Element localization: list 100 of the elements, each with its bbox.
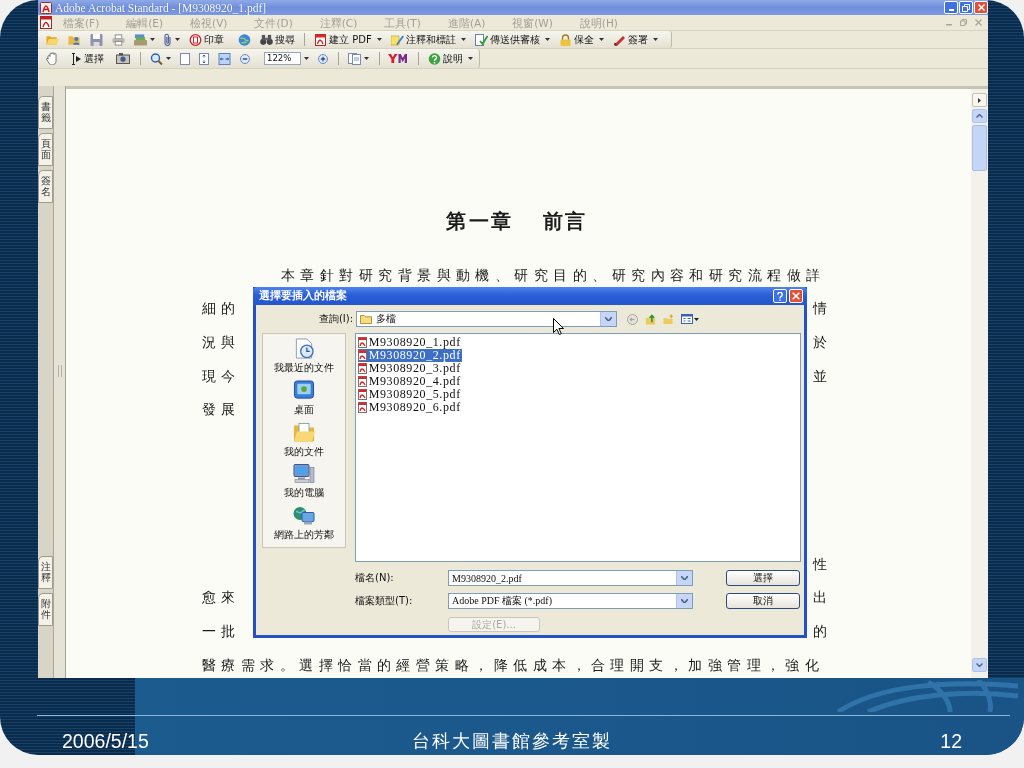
zoom-in-icon[interactable] bbox=[318, 53, 328, 64]
window-title: Adobe Acrobat Standard - [M9308920_1.pdf] bbox=[55, 1, 267, 14]
file-item[interactable]: M9308920_5.pdf bbox=[357, 388, 462, 401]
body-text: 發展 bbox=[202, 401, 241, 420]
file-item[interactable]: M9308920_2.pdf bbox=[357, 349, 462, 362]
body-text: 愈來 bbox=[202, 589, 241, 608]
help-icon bbox=[777, 291, 783, 301]
close-icon bbox=[977, 4, 985, 11]
zoom-out-icon[interactable] bbox=[240, 53, 250, 64]
globe-icon[interactable] bbox=[238, 33, 251, 46]
body-text: 性 bbox=[812, 555, 832, 574]
logo-icon[interactable] bbox=[388, 54, 408, 63]
secure-button[interactable]: 保全 bbox=[558, 32, 604, 47]
text-cursor-icon bbox=[71, 52, 82, 65]
search-button[interactable]: 搜尋 bbox=[260, 32, 295, 47]
places-item[interactable]: 我的電腦 bbox=[283, 463, 324, 506]
caret-icon[interactable] bbox=[598, 38, 604, 41]
magnifier-icon[interactable] bbox=[150, 52, 163, 65]
file-item[interactable]: M9308920_6.pdf bbox=[357, 401, 462, 414]
page-icon[interactable] bbox=[180, 52, 190, 65]
dropdown-button[interactable] bbox=[676, 571, 692, 585]
side-tab[interactable]: 頁面 bbox=[38, 133, 53, 166]
restore-button[interactable] bbox=[959, 1, 973, 14]
stamp-icon bbox=[189, 33, 202, 46]
file-item[interactable]: M9308920_4.pdf bbox=[357, 375, 462, 388]
pdf-file-icon bbox=[357, 389, 367, 400]
body-text: 出 bbox=[812, 589, 832, 608]
caret-icon[interactable] bbox=[150, 38, 155, 41]
pdf-icon bbox=[314, 33, 327, 46]
help-button[interactable] bbox=[773, 289, 787, 303]
footer-date: 2006/5/15 bbox=[62, 729, 150, 753]
scroll-down-button[interactable] bbox=[972, 658, 987, 672]
body-text: 細的 bbox=[202, 300, 241, 319]
caret-icon[interactable] bbox=[166, 57, 171, 60]
caret-icon[interactable] bbox=[694, 317, 699, 321]
places-item[interactable]: 我的文件 bbox=[283, 421, 324, 464]
places-item[interactable]: 網路上的芳鄰 bbox=[273, 505, 334, 547]
zoom-field[interactable]: 122% bbox=[264, 52, 301, 65]
body-text: 並 bbox=[812, 367, 832, 386]
comment-button[interactable]: 注釋和標註 bbox=[390, 32, 466, 47]
chapter-heading: 第一章 前言 bbox=[445, 208, 589, 235]
up-folder-icon[interactable] bbox=[645, 313, 656, 325]
view-menu-icon[interactable] bbox=[681, 314, 693, 324]
select-button[interactable]: 選擇 bbox=[726, 570, 800, 586]
cancel-button[interactable]: 取消 bbox=[726, 593, 800, 609]
caret-icon[interactable] bbox=[376, 38, 382, 41]
minimize-button[interactable] bbox=[944, 1, 958, 14]
body-text: 的 bbox=[812, 622, 832, 641]
fit-page-icon[interactable] bbox=[199, 52, 209, 65]
printer-icon[interactable] bbox=[112, 33, 125, 46]
file-item[interactable]: M9308920_1.pdf bbox=[357, 336, 462, 349]
computer-icon bbox=[292, 463, 315, 485]
close-button[interactable] bbox=[974, 1, 988, 14]
binoculars-icon bbox=[260, 33, 273, 46]
folder-person-icon[interactable] bbox=[68, 33, 81, 46]
select-button[interactable]: 選擇 bbox=[71, 51, 104, 66]
folder-icon bbox=[360, 314, 372, 324]
side-tab[interactable]: 注釋 bbox=[38, 556, 53, 589]
dropdown-button[interactable] bbox=[676, 594, 692, 608]
page-check-icon bbox=[474, 33, 488, 46]
dropdown-button[interactable] bbox=[600, 312, 616, 326]
look-in-dropdown[interactable]: 多檔 bbox=[356, 311, 617, 327]
paperclip-icon[interactable] bbox=[164, 33, 172, 46]
side-tab[interactable]: 附件 bbox=[38, 593, 53, 626]
caret-icon[interactable] bbox=[304, 57, 309, 60]
places-item[interactable]: 桌面 bbox=[292, 379, 315, 422]
pdf-file-icon bbox=[357, 337, 367, 348]
app-icon bbox=[40, 1, 52, 14]
caret-icon[interactable] bbox=[468, 57, 473, 60]
side-tab[interactable]: 簽名 bbox=[38, 170, 53, 203]
side-tab[interactable]: 書籤 bbox=[38, 96, 53, 129]
create-pdf-button[interactable]: 建立 PDF bbox=[314, 32, 382, 47]
scroll-thumb[interactable] bbox=[972, 125, 987, 171]
stamp-button[interactable]: 印章 bbox=[189, 32, 224, 47]
help-button[interactable]: 說明 bbox=[428, 51, 473, 66]
caret-icon bbox=[681, 599, 688, 603]
caret-icon[interactable] bbox=[652, 38, 658, 41]
pane-toggle-button[interactable] bbox=[972, 93, 987, 107]
caret-icon[interactable] bbox=[544, 38, 550, 41]
body-text: 現今 bbox=[202, 367, 241, 386]
body-text: 況與 bbox=[202, 334, 241, 352]
scroll-up-button[interactable] bbox=[972, 109, 987, 123]
review-button[interactable]: 傳送供審核 bbox=[474, 32, 550, 47]
footer-title: 台科大圖書館參考室製 bbox=[412, 730, 612, 753]
pdf-file-icon bbox=[357, 363, 367, 374]
hand-icon[interactable] bbox=[46, 52, 58, 65]
file-name-label: 檔名(N): bbox=[355, 571, 395, 585]
file-type-dropdown[interactable]: Adobe PDF 檔案 (*.pdf) bbox=[448, 593, 693, 609]
file-item[interactable]: M9308920_3.pdf bbox=[357, 362, 462, 375]
body-text: 醫療需求。選擇恰當的經營策略，降低成本，合理開支，加強管理，強化 bbox=[202, 656, 825, 675]
sign-button[interactable]: 簽署 bbox=[612, 32, 658, 47]
caret-icon[interactable] bbox=[460, 38, 466, 41]
close-button[interactable] bbox=[789, 289, 803, 303]
caret-icon[interactable] bbox=[175, 38, 180, 41]
camera-icon[interactable] bbox=[116, 53, 130, 64]
places-item[interactable]: 我最近的文件 bbox=[273, 338, 334, 380]
caret-icon[interactable] bbox=[364, 57, 369, 60]
caret-icon bbox=[605, 317, 612, 321]
file-name-field[interactable]: M9308920_2.pdf bbox=[448, 570, 693, 586]
fit-width-icon[interactable] bbox=[218, 52, 231, 65]
